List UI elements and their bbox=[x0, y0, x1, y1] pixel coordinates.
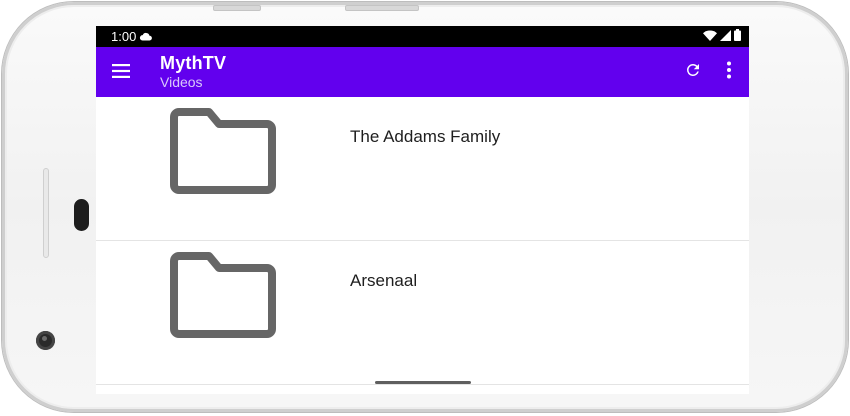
app-title: MythTV bbox=[160, 53, 227, 73]
refresh-button[interactable] bbox=[681, 60, 705, 84]
speaker-grille bbox=[43, 168, 49, 258]
refresh-icon bbox=[684, 61, 702, 83]
folder-icon bbox=[170, 252, 276, 338]
list-item[interactable]: The Addams Family bbox=[96, 97, 749, 241]
signal-icon bbox=[720, 29, 731, 44]
front-camera bbox=[36, 331, 55, 350]
list-item-label: The Addams Family bbox=[350, 127, 501, 146]
more-options-button[interactable] bbox=[717, 60, 741, 84]
battery-icon bbox=[734, 29, 741, 44]
more-vert-icon bbox=[726, 61, 732, 83]
power-button bbox=[345, 5, 419, 11]
app-subtitle: Videos bbox=[160, 74, 203, 90]
list-item[interactable]: Arsenaal bbox=[96, 241, 749, 385]
wifi-icon bbox=[703, 30, 717, 44]
status-bar: 1:00 bbox=[96, 26, 749, 47]
volume-button bbox=[213, 5, 261, 11]
menu-icon bbox=[112, 63, 130, 82]
title-block: MythTV Videos bbox=[160, 53, 226, 91]
cloud-icon bbox=[139, 32, 153, 41]
video-list: The Addams Family Arsenaal bbox=[96, 97, 749, 385]
list-item-label: Arsenaal bbox=[350, 271, 418, 290]
device-screen: 1:00 MythTV Videos The Addams Family Ars… bbox=[96, 26, 749, 394]
app-bar: MythTV Videos bbox=[96, 47, 749, 97]
status-time: 1:00 bbox=[111, 29, 137, 44]
proximity-sensor bbox=[74, 199, 89, 231]
folder-icon bbox=[170, 108, 276, 194]
gesture-nav-handle[interactable] bbox=[375, 381, 471, 384]
menu-button[interactable] bbox=[96, 47, 146, 97]
